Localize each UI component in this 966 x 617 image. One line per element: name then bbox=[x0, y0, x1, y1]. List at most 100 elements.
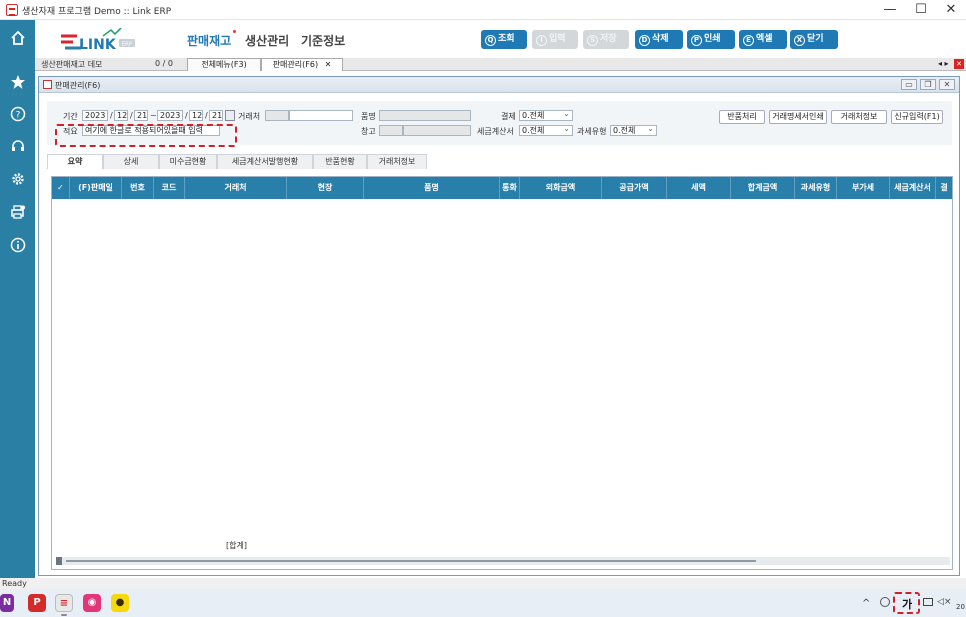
to-month-field[interactable]: 12 bbox=[189, 110, 203, 121]
printer-settings-icon[interactable] bbox=[0, 202, 35, 228]
total-row-label: [합계] bbox=[226, 541, 247, 550]
item-label: 품명 bbox=[361, 112, 376, 121]
col-currency[interactable]: 통화 bbox=[500, 177, 520, 199]
menu-sales-inventory[interactable]: 판매재고 bbox=[187, 30, 237, 49]
link-erp-logo: LINK ERP bbox=[59, 27, 139, 53]
save-button[interactable]: S 저장 bbox=[583, 30, 629, 49]
col-tax-type[interactable]: 과세유형 bbox=[795, 177, 837, 199]
info-icon[interactable] bbox=[0, 235, 35, 261]
tax-invoice-select[interactable]: 0.전체 bbox=[519, 124, 573, 136]
svg-text:ERP: ERP bbox=[122, 42, 133, 48]
app-icon bbox=[6, 4, 18, 16]
volume-muted-icon[interactable]: ◁× bbox=[937, 597, 951, 607]
col-customer[interactable]: 거래처 bbox=[185, 177, 287, 199]
app-header: LINK ERP 판매재고 생산관리 기준정보 Q 조회 I 입력 S 저장 D 삭제 … bbox=[35, 20, 966, 58]
tax-type-select[interactable]: 0.전체 bbox=[610, 124, 657, 136]
document-name: 생산판매재고 데모 bbox=[41, 60, 103, 69]
scroll-thumb[interactable] bbox=[66, 560, 756, 562]
scroll-left-handle[interactable] bbox=[56, 557, 62, 565]
col-tax[interactable]: 세액 bbox=[667, 177, 731, 199]
from-day-field[interactable]: 21 bbox=[134, 110, 148, 121]
customer-name-field[interactable] bbox=[289, 110, 353, 121]
col-number[interactable]: 번호 bbox=[122, 177, 154, 199]
status-bar: Ready bbox=[0, 578, 966, 589]
period-label: 기간 bbox=[63, 112, 78, 121]
active-app-indicator bbox=[61, 614, 67, 616]
col-site[interactable]: 현장 bbox=[287, 177, 364, 199]
tab-all-menu[interactable]: 전체메뉴(F3) bbox=[187, 58, 261, 71]
favorites-star-icon[interactable] bbox=[0, 72, 35, 98]
search-button[interactable]: Q 조회 bbox=[481, 30, 527, 49]
delete-button[interactable]: D 삭제 bbox=[635, 30, 683, 49]
calendar-icon[interactable] bbox=[225, 110, 235, 121]
to-year-field[interactable]: 2023 bbox=[157, 110, 183, 121]
select-all-checkbox[interactable]: ✓ bbox=[52, 177, 70, 199]
link-erp-app-icon[interactable]: ≡ bbox=[55, 594, 73, 612]
col-tax-invoice[interactable]: 세금계산서 bbox=[890, 177, 936, 199]
display-icon[interactable] bbox=[923, 598, 933, 606]
headset-support-icon[interactable] bbox=[0, 136, 35, 162]
excel-button[interactable]: E 엑셀 bbox=[739, 30, 787, 49]
menu-master-data[interactable]: 기준정보 bbox=[301, 32, 345, 49]
col-item[interactable]: 품명 bbox=[364, 177, 500, 199]
pdf-app-icon[interactable]: P bbox=[28, 594, 46, 612]
close-button[interactable]: X 닫기 bbox=[790, 30, 838, 49]
tab-nav-arrows-icon[interactable]: ◂ ▸ bbox=[938, 59, 949, 68]
tray-expand-icon[interactable]: ^ bbox=[862, 598, 870, 609]
tab-receivables[interactable]: 미수금현황 bbox=[159, 154, 217, 169]
sales-management-window: 판매관리(F6) ▭ ❐ ✕ 기간 2023 / 12 / 21 ~ 2023 … bbox=[38, 76, 960, 576]
tab-returns[interactable]: 반품현황 bbox=[313, 154, 367, 169]
customer-code-field[interactable] bbox=[265, 110, 289, 121]
tab-sales-management[interactable]: 판매관리(F6) ✕ bbox=[261, 58, 343, 71]
col-code[interactable]: 코드 bbox=[154, 177, 185, 199]
tab-detail[interactable]: 상세 bbox=[103, 154, 159, 169]
help-icon[interactable]: ? bbox=[0, 104, 35, 130]
new-entry-button[interactable]: 신규입력(F1) bbox=[891, 110, 943, 124]
col-foreign-amount[interactable]: 외화금액 bbox=[520, 177, 602, 199]
customer-info-button[interactable]: 거래처정보 bbox=[831, 110, 887, 124]
settings-gear-icon[interactable] bbox=[0, 169, 35, 195]
window-titlebar: 생산자재 프로그램 Demo :: Link ERP — ☐ ✕ bbox=[0, 0, 966, 20]
from-year-field[interactable]: 2023 bbox=[82, 110, 108, 121]
onenote-app-icon[interactable]: N bbox=[0, 594, 14, 612]
return-process-button[interactable]: 반품처리 bbox=[719, 110, 765, 124]
sales-grid[interactable]: ✓ (F)판매일 번호 코드 거래처 현장 품명 통화 외화금액 공급가액 세액… bbox=[51, 176, 953, 570]
minimize-button[interactable]: — bbox=[875, 0, 905, 20]
close-tab-icon[interactable]: ✕ bbox=[325, 60, 332, 69]
horizontal-scrollbar[interactable] bbox=[56, 557, 950, 565]
tab-summary[interactable]: 요약 bbox=[47, 154, 103, 169]
close-window-button[interactable]: ✕ bbox=[936, 0, 966, 20]
input-button[interactable]: I 입력 bbox=[532, 30, 578, 49]
kakaotalk-app-icon[interactable]: ● bbox=[111, 594, 129, 612]
inner-close-button[interactable]: ✕ bbox=[939, 79, 955, 90]
col-supply-amount[interactable]: 공급가액 bbox=[602, 177, 667, 199]
tab-tax-invoice-status[interactable]: 세금계산서발행현황 bbox=[217, 154, 313, 169]
customer-label: 거래처 bbox=[238, 112, 261, 121]
warehouse-name-field[interactable] bbox=[403, 125, 471, 136]
payment-select[interactable]: 0.전체 bbox=[519, 109, 573, 121]
col-total-amount[interactable]: 합계금액 bbox=[731, 177, 795, 199]
warehouse-code-field[interactable] bbox=[379, 125, 403, 136]
print-statement-button[interactable]: 거래명세서인쇄 bbox=[769, 110, 827, 124]
col-settlement[interactable]: 결 bbox=[936, 177, 952, 199]
maximize-button[interactable]: ☐ bbox=[906, 0, 936, 20]
item-field[interactable] bbox=[379, 110, 471, 121]
key-x-icon: X bbox=[794, 35, 805, 46]
tax-type-label: 과세유형 bbox=[577, 127, 607, 136]
tray-app-icon[interactable]: ◉ bbox=[83, 594, 101, 612]
tab-customer-info[interactable]: 거래처정보 bbox=[367, 154, 427, 169]
menu-production[interactable]: 생산관리 bbox=[245, 32, 289, 49]
network-icon[interactable] bbox=[880, 597, 890, 607]
to-day-field[interactable]: 21 bbox=[209, 110, 223, 121]
from-month-field[interactable]: 12 bbox=[114, 110, 128, 121]
pager: 0 / 0 bbox=[155, 59, 173, 68]
inner-minimize-button[interactable]: ▭ bbox=[901, 79, 917, 90]
col-vat[interactable]: 부가세 bbox=[837, 177, 890, 199]
inner-titlebar: 판매관리(F6) ▭ ❐ ✕ bbox=[39, 77, 959, 93]
close-all-tabs-icon[interactable]: ✕ bbox=[954, 59, 964, 69]
inner-restore-button[interactable]: ❐ bbox=[920, 79, 936, 90]
home-icon[interactable] bbox=[0, 28, 35, 54]
col-sale-date[interactable]: (F)판매일 bbox=[70, 177, 122, 199]
print-button[interactable]: P 인쇄 bbox=[687, 30, 735, 49]
svg-text:LINK: LINK bbox=[79, 37, 117, 52]
